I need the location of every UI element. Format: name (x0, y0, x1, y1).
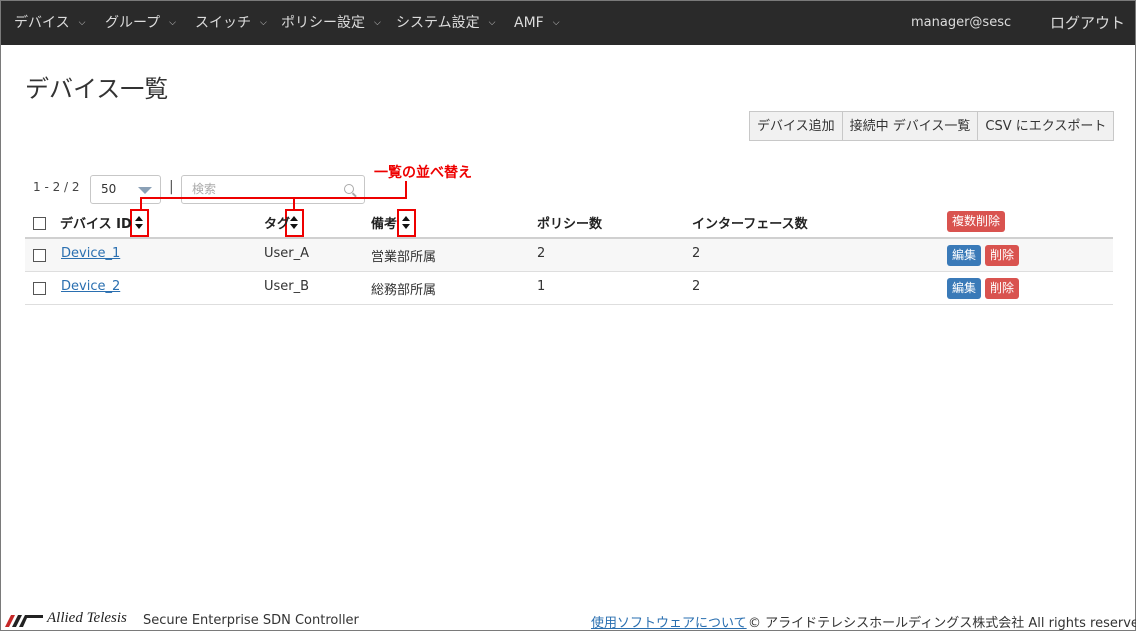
row-note: 営業部所属 (371, 250, 437, 265)
export-csv-button[interactable]: CSV にエクスポート (978, 111, 1115, 141)
product-name: Secure Enterprise SDN Controller (143, 613, 359, 628)
edit-button[interactable]: 編集 (947, 245, 982, 266)
row-policy-count: 1 (537, 279, 546, 294)
row-note: 総務部所属 (371, 283, 437, 298)
page-size-value: 50 (101, 182, 117, 196)
copyright-text: © アライドテレシスホールディングス株式会社 All rights reserv… (748, 616, 1136, 631)
nav-amf[interactable]: AMF ⌵ (514, 1, 560, 45)
sort-icon[interactable] (288, 213, 300, 233)
dropdown-arrow-icon (138, 187, 152, 194)
delete-button[interactable]: 削除 (985, 245, 1020, 266)
connected-devices-button[interactable]: 接続中 デバイス一覧 (842, 111, 979, 141)
page-size-select[interactable]: 50 (90, 175, 161, 204)
annotation-line (140, 197, 142, 209)
row-divider (25, 304, 1113, 305)
row-tag: User_A (264, 246, 310, 261)
nav-devices[interactable]: デバイス ⌵ (14, 1, 85, 45)
row-interface-count: 2 (692, 246, 701, 261)
brand-name: Allied Telesis (47, 610, 127, 626)
annotation-line (293, 197, 295, 209)
header-interface-count: インターフェース数 (692, 217, 808, 232)
header-tag[interactable]: タグ (264, 213, 290, 232)
nav-devices-label: デバイス (14, 15, 70, 31)
footer: Allied Telesis Secure Enterprise SDN Con… (1, 609, 1136, 631)
row-interface-count: 2 (692, 279, 701, 294)
annotation-line (405, 181, 407, 198)
nav-switches[interactable]: スイッチ ⌵ (195, 1, 267, 45)
chevron-down-icon: ⌵ (488, 18, 496, 28)
toolbar-button-group: デバイス追加 接続中 デバイス一覧 CSV にエクスポート (749, 111, 1115, 141)
row-tag: User_B (264, 279, 310, 294)
select-all-checkbox[interactable] (33, 217, 46, 230)
header-device-id[interactable]: デバイス ID (60, 213, 132, 232)
separator: | (169, 179, 174, 195)
nav-amf-label: AMF (514, 15, 544, 31)
edit-button[interactable]: 編集 (947, 278, 982, 299)
logout-link[interactable]: ログアウト (1050, 1, 1125, 45)
sort-icon[interactable] (400, 213, 412, 233)
nav-system-settings[interactable]: システム設定 ⌵ (396, 1, 495, 45)
row-divider (25, 271, 1113, 272)
search-input[interactable]: 検索 (181, 175, 365, 204)
device-link[interactable]: Device_1 (61, 246, 120, 261)
add-device-button[interactable]: デバイス追加 (749, 111, 843, 141)
row-policy-count: 2 (537, 246, 546, 261)
chevron-down-icon: ⌵ (374, 18, 381, 28)
page-title: デバイス一覧 (25, 75, 169, 103)
nav-policy-label: ポリシー設定 (281, 15, 365, 31)
sort-annotation-label: 一覧の並べ替え (374, 165, 472, 181)
nav-groups-label: グループ (105, 15, 161, 31)
row-checkbox[interactable] (33, 282, 46, 295)
result-range: 1 - 2 / 2 (33, 180, 80, 194)
header-policy-count: ポリシー数 (537, 217, 603, 232)
bulk-delete-button[interactable]: 複数削除 (947, 211, 1006, 232)
user-name[interactable]: manager@sesc (911, 1, 1011, 45)
search-icon[interactable] (344, 184, 354, 194)
delete-button[interactable]: 削除 (985, 278, 1020, 299)
sort-icon[interactable] (133, 213, 145, 233)
nav-switches-label: スイッチ (195, 15, 251, 31)
row-checkbox[interactable] (33, 249, 46, 262)
top-navbar: デバイス ⌵ グループ ⌵ スイッチ ⌵ ポリシー設定 ⌵ システム設定 ⌵ AMF ⌵ m… (1, 1, 1135, 45)
chevron-down-icon: ⌵ (78, 18, 86, 28)
annotation-line (140, 197, 407, 199)
nav-groups[interactable]: グループ ⌵ (105, 1, 176, 45)
device-link[interactable]: Device_2 (61, 279, 120, 294)
header-note[interactable]: 備考 (371, 213, 397, 232)
allied-telesis-logo-icon (5, 615, 43, 627)
chevron-down-icon: ⌵ (260, 18, 267, 28)
nav-system-label: システム設定 (396, 15, 480, 31)
chevron-down-icon: ⌵ (552, 18, 560, 28)
search-placeholder: 検索 (192, 182, 217, 196)
about-software-link[interactable]: 使用ソフトウェアについて (591, 612, 747, 631)
nav-policy-settings[interactable]: ポリシー設定 ⌵ (281, 1, 381, 45)
chevron-down-icon: ⌵ (169, 18, 176, 28)
